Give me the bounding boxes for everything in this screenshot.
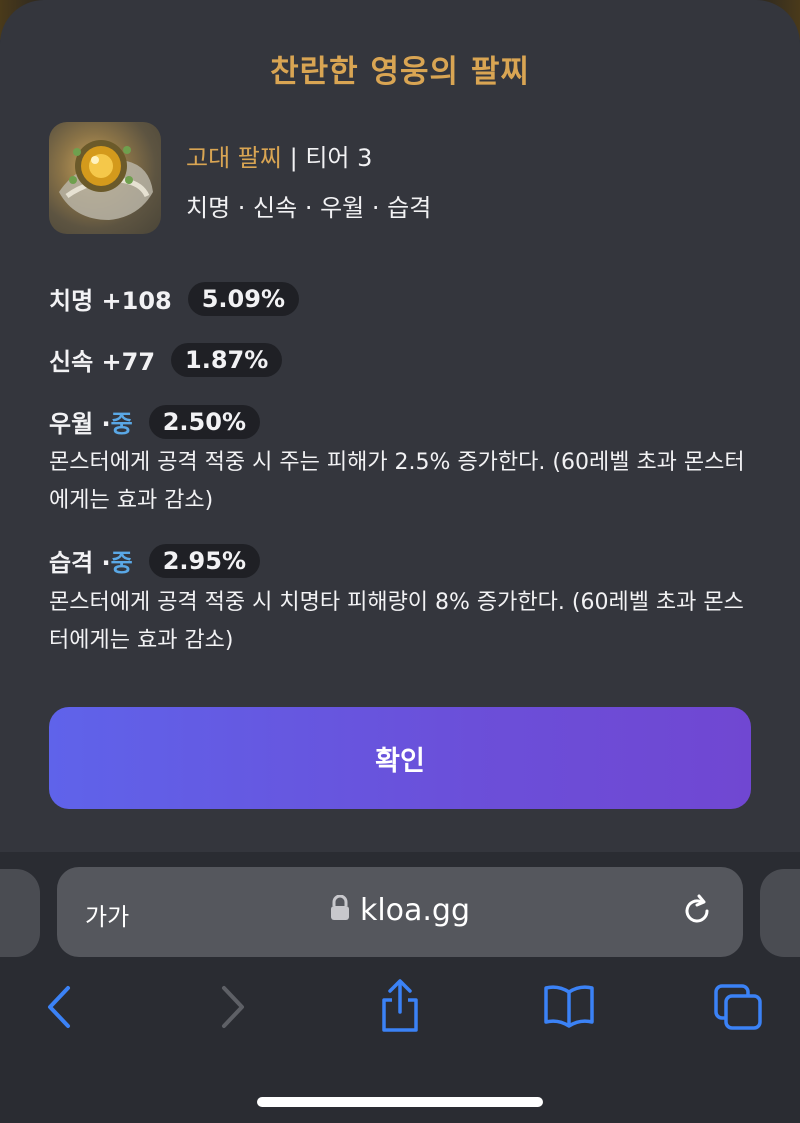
reload-icon[interactable] (679, 893, 715, 933)
effect-grade: 중 (110, 410, 133, 438)
confirm-button[interactable]: 확인 (49, 707, 751, 809)
item-separator: | (289, 144, 298, 172)
effect-name: 우월 · (49, 410, 111, 438)
next-tab-peek[interactable] (760, 869, 800, 957)
item-stat-types: 치명 · 신속 · 우월 · 습격 (186, 194, 432, 222)
effect-row-assault: 습격 · 중 2.95% (49, 543, 260, 578)
item-tooltip-sheet: 찬란한 영웅의 팔찌 고대 팔찌 | 티어 3 치명 · 신속 · 우월 · 습… (0, 0, 800, 852)
effect-grade: 중 (110, 549, 133, 577)
bracelet-icon (49, 122, 161, 234)
effect-row-superiority: 우월 · 중 2.50% (49, 404, 260, 439)
effect-description: 몬스터에게 공격 적중 시 치명타 피해량이 8% 증가한다. (60레벨 초과… (49, 590, 744, 653)
effect-percent-badge: 2.50% (148, 404, 260, 439)
home-indicator (257, 1097, 543, 1107)
url-display[interactable]: kloa.gg (57, 893, 743, 929)
effect-name: 습격 · (49, 549, 111, 577)
stat-label: 치명 +108 (49, 287, 172, 315)
previous-tab-peek[interactable] (0, 869, 40, 957)
safari-bottom-bar: 가가 kloa.gg (0, 852, 800, 1123)
share-icon[interactable] (378, 978, 422, 1038)
tabs-icon[interactable] (712, 982, 764, 1036)
url-text: kloa.gg (359, 893, 471, 928)
effect-percent-badge: 2.95% (148, 543, 260, 578)
stat-percent-badge: 5.09% (187, 281, 299, 316)
address-bar[interactable]: 가가 kloa.gg (57, 867, 743, 957)
stat-row-crit: 치명 +108 5.09% (49, 281, 299, 316)
item-tier: 티어 3 (305, 144, 373, 172)
book-icon[interactable] (542, 982, 596, 1032)
item-title: 찬란한 영웅의 팔찌 (270, 54, 530, 90)
item-grade-tier: 고대 팔찌 | 티어 3 (186, 138, 372, 173)
lock-icon (330, 894, 350, 929)
item-grade: 고대 팔찌 (186, 144, 282, 172)
chevron-right-icon[interactable] (218, 982, 248, 1036)
chevron-left-icon[interactable] (44, 982, 74, 1036)
stat-row-swift: 신속 +77 1.87% (49, 342, 283, 377)
effect-description: 몬스터에게 공격 적중 시 주는 피해가 2.5% 증가한다. (60레벨 초과… (49, 450, 745, 513)
stat-percent-badge: 1.87% (171, 342, 283, 377)
stat-label: 신속 +77 (49, 348, 156, 376)
